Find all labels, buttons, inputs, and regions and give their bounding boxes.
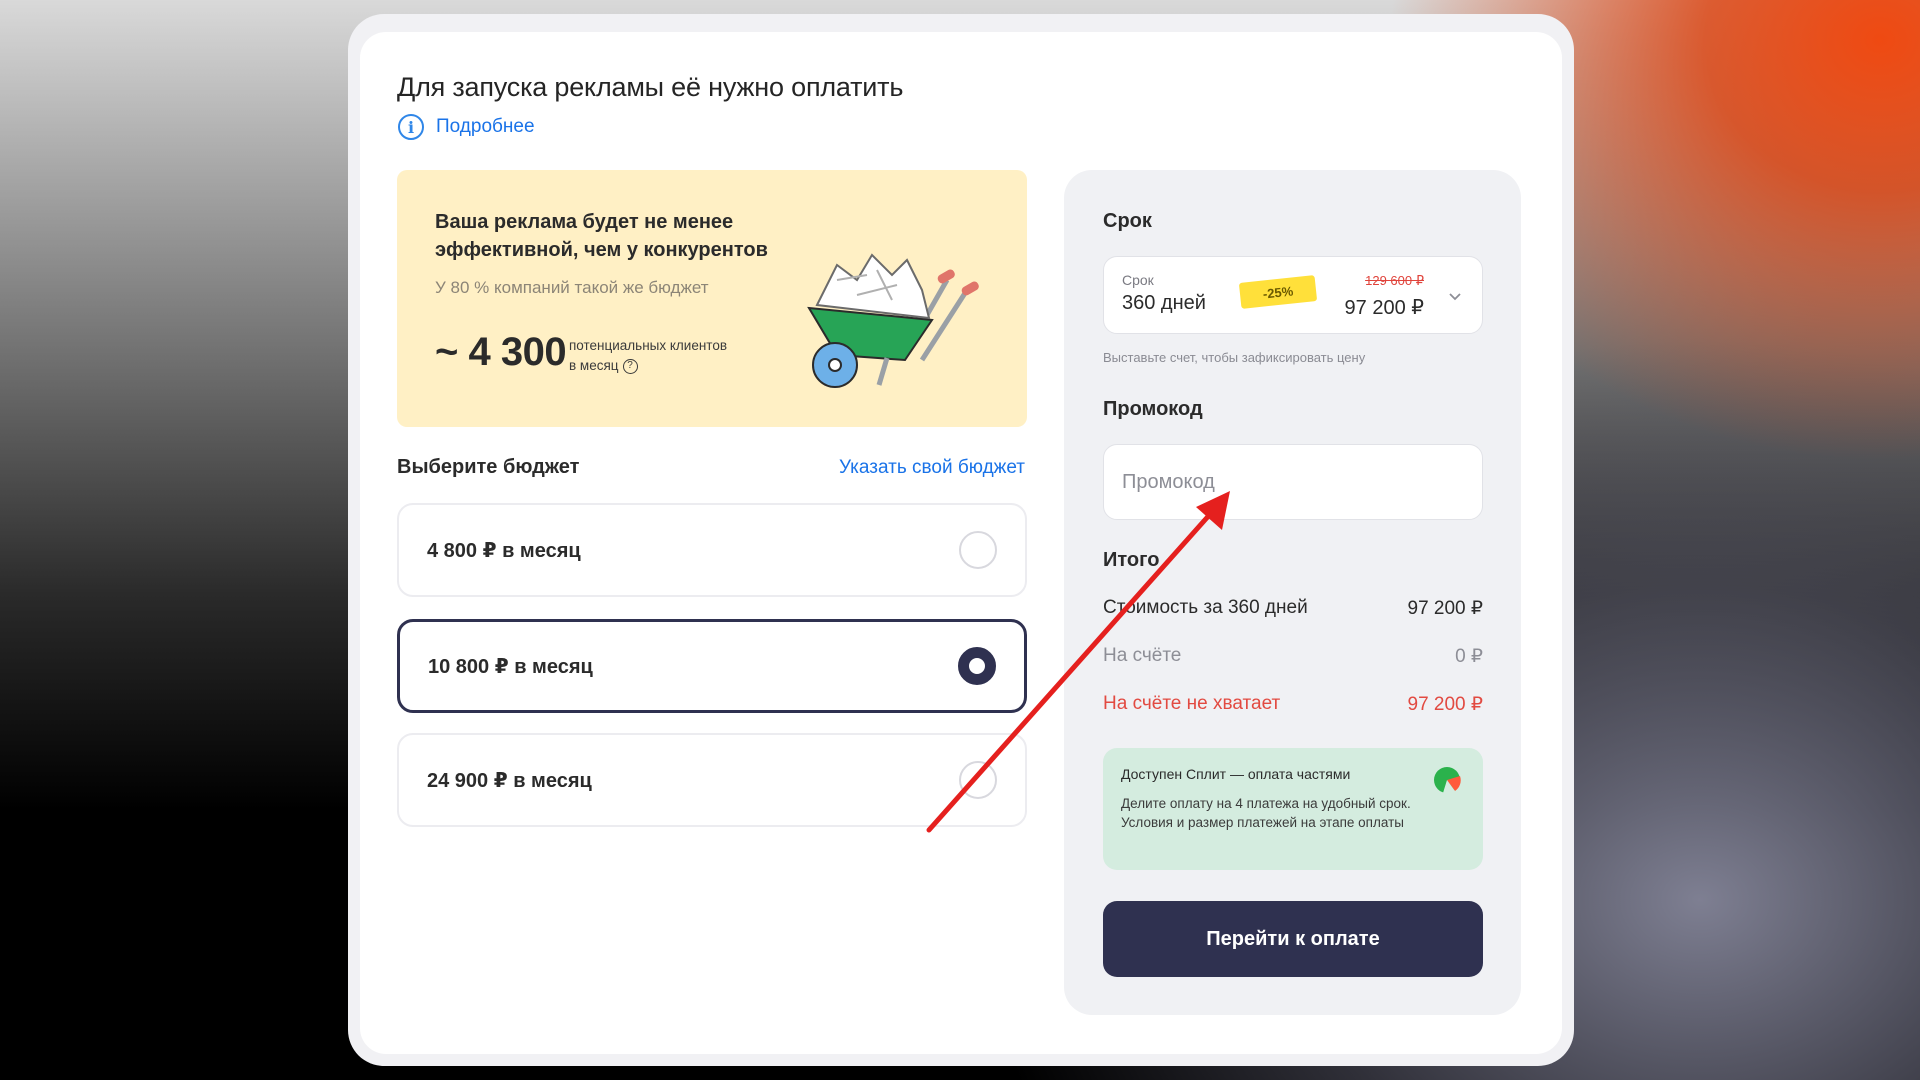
- potential-clients-value: ~ 4 300: [435, 330, 567, 374]
- discount-badge: -25%: [1238, 275, 1318, 309]
- total-row-shortfall: На счёте не хватает 97 200 ₽: [1103, 693, 1483, 716]
- new-price: 97 200 ₽: [1344, 297, 1424, 319]
- split-payment-banner: Доступен Сплит — оплата частями Делите о…: [1103, 748, 1483, 870]
- help-icon[interactable]: ?: [622, 358, 638, 374]
- promocode-input[interactable]: [1103, 444, 1483, 520]
- promo-subtitle: У 80 % компаний такой же бюджет: [435, 278, 709, 297]
- total-row-balance: На счёте 0 ₽: [1103, 645, 1483, 668]
- budget-option-label: 10 800 ₽ в месяц: [428, 655, 593, 678]
- clients-note-line2: в месяц: [569, 358, 619, 373]
- efficiency-promo-card: Ваша реклама будет не менее эффективной,…: [397, 170, 1027, 427]
- order-summary-panel: Срок Срок 360 дней -25% 129 600 ₽ 97 200…: [1064, 170, 1521, 1015]
- info-icon: i: [398, 114, 424, 140]
- promocode-section-label: Промокод: [1103, 398, 1203, 420]
- promo-headline: Ваша реклама будет не менее эффективной,…: [435, 211, 768, 261]
- more-info-link[interactable]: i Подробнее: [398, 114, 535, 140]
- radio-button[interactable]: [959, 531, 997, 569]
- total-section-label: Итого: [1103, 549, 1160, 571]
- total-row-value: 97 200 ₽: [1407, 598, 1483, 619]
- potential-clients-note: потенциальных клиентов в месяц?: [569, 336, 759, 376]
- split-logo-icon: [1434, 767, 1461, 794]
- budget-section-label: Выберите бюджет: [397, 456, 580, 478]
- page-title: Для запуска рекламы её нужно оплатить: [397, 72, 904, 102]
- go-to-payment-button[interactable]: Перейти к оплате: [1103, 901, 1483, 977]
- total-row-label: На счёте: [1103, 645, 1182, 666]
- old-price: 129 600 ₽: [1365, 273, 1424, 288]
- budget-option-label: 24 900 ₽ в месяц: [427, 769, 592, 792]
- radio-button[interactable]: [959, 761, 997, 799]
- period-value: 360 дней: [1122, 292, 1206, 314]
- split-title: Доступен Сплит — оплата частями: [1121, 766, 1351, 782]
- total-row-label: Стоимость за 360 дней: [1103, 597, 1308, 618]
- wheelbarrow-icon: [807, 253, 979, 388]
- total-row-value: 97 200 ₽: [1407, 694, 1483, 715]
- total-row-value: 0 ₽: [1455, 646, 1483, 667]
- period-select[interactable]: Срок 360 дней -25% 129 600 ₽ 97 200 ₽: [1103, 256, 1483, 334]
- clients-note-line1: потенциальных клиентов: [569, 338, 728, 353]
- custom-budget-link[interactable]: Указать свой бюджет: [839, 457, 1025, 479]
- budget-option-24900[interactable]: 24 900 ₽ в месяц: [397, 733, 1027, 827]
- chevron-down-icon: [1449, 293, 1461, 301]
- period-section-label: Срок: [1103, 210, 1152, 232]
- budget-option-4800[interactable]: 4 800 ₽ в месяц: [397, 503, 1027, 597]
- period-field-label: Срок: [1122, 272, 1154, 288]
- radio-button-selected[interactable]: [958, 647, 996, 685]
- budget-option-10800[interactable]: 10 800 ₽ в месяц: [397, 619, 1027, 713]
- more-info-label: Подробнее: [436, 116, 535, 137]
- split-description: Делите оплату на 4 платежа на удобный ср…: [1121, 796, 1411, 830]
- price-lock-hint: Выставьте счет, чтобы зафиксировать цену: [1103, 350, 1366, 365]
- total-row-cost: Стоимость за 360 дней 97 200 ₽: [1103, 597, 1483, 620]
- total-row-label: На счёте не хватает: [1103, 693, 1281, 714]
- budget-option-label: 4 800 ₽ в месяц: [427, 539, 581, 562]
